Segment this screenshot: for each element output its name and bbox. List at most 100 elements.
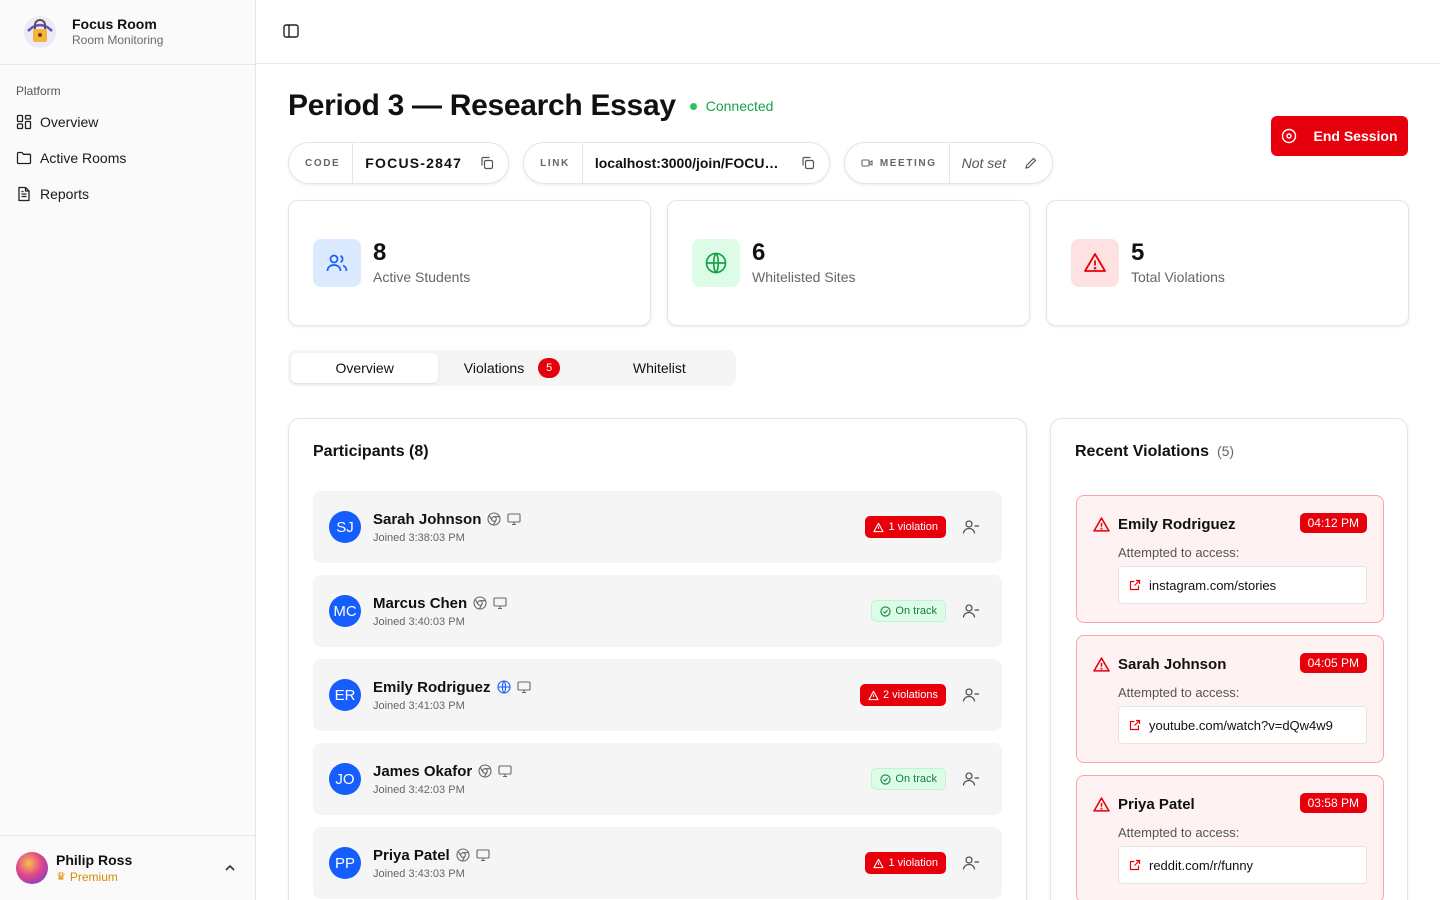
violation-url-text: youtube.com/watch?v=dQw4w9 bbox=[1149, 717, 1333, 733]
avatar: JO bbox=[329, 763, 361, 795]
copy-icon[interactable] bbox=[480, 156, 494, 170]
warning-triangle-icon bbox=[1093, 657, 1110, 672]
sidebar-item-label: Active Rooms bbox=[40, 150, 127, 166]
stat-value: 6 bbox=[752, 239, 766, 266]
tab-violations-label: Violations bbox=[463, 360, 525, 376]
sidebar-item-label: Overview bbox=[40, 114, 99, 130]
chrome-icon bbox=[487, 512, 501, 526]
violations-list: Emily Rodriguez 04:12 PM Attempted to acce… bbox=[1076, 495, 1384, 900]
participant-row[interactable]: JO James Okafor Joined 3:42:03 PM On track bbox=[313, 743, 1002, 815]
chrome-icon bbox=[456, 848, 470, 862]
status-badge-label: On track bbox=[895, 605, 937, 617]
stat-value: 8 bbox=[373, 239, 387, 266]
sidebar-item-overview[interactable]: Overview bbox=[8, 104, 247, 140]
lock-logo-icon bbox=[22, 14, 58, 50]
session-code: FOCUS-2847 bbox=[365, 155, 463, 171]
user-tier-label: Premium bbox=[69, 869, 118, 884]
check-circle-icon bbox=[880, 605, 892, 617]
participant-row[interactable]: ER Emily Rodriguez Joined 3:41:03 PM 2 viol… bbox=[313, 659, 1002, 731]
status-dot-icon bbox=[689, 102, 697, 110]
topbar bbox=[256, 0, 1440, 64]
participant-row[interactable]: MC Marcus Chen Joined 3:40:03 PM On track bbox=[313, 575, 1002, 647]
external-link-icon bbox=[1129, 579, 1141, 591]
status-badge-label: 2 violations bbox=[882, 689, 938, 701]
violation-label: Attempted to access: bbox=[1118, 685, 1240, 700]
status-badge-label: 1 violation bbox=[888, 857, 938, 869]
participant-name-row: James Okafor bbox=[373, 763, 512, 780]
pencil-icon[interactable] bbox=[1024, 156, 1038, 170]
warning-triangle-icon bbox=[1093, 517, 1110, 532]
folder-icon bbox=[16, 151, 32, 165]
user-menu[interactable]: Philip Ross ♛ Premium bbox=[0, 835, 255, 900]
users-icon bbox=[313, 239, 361, 287]
sidebar-item-active-rooms[interactable]: Active Rooms bbox=[8, 140, 247, 176]
violation-url[interactable]: youtube.com/watch?v=dQw4w9 bbox=[1118, 706, 1367, 744]
stat-card-whitelist: 6 Whitelisted Sites bbox=[667, 200, 1030, 326]
app-name: Focus Room bbox=[72, 16, 157, 32]
meeting-key-label: MEETING bbox=[879, 157, 937, 169]
remove-user-icon[interactable] bbox=[962, 518, 980, 536]
recent-violations-card: Recent Violations (5) Emily Rodriguez 04:1… bbox=[1050, 418, 1408, 900]
participant-row[interactable]: SJ Sarah Johnson Joined 3:38:03 PM 1 violat… bbox=[313, 491, 1002, 563]
code-pill: CODE FOCUS-2847 bbox=[288, 142, 510, 184]
violation-card: Sarah Johnson 04:05 PM Attempted to access… bbox=[1076, 635, 1384, 763]
stats-row: 8 Active Students 6 Whitelisted Sites 5 … bbox=[288, 200, 1409, 326]
page-title: Period 3 — Research Essay bbox=[288, 89, 676, 122]
violation-time-badge: 03:58 PM bbox=[1299, 793, 1367, 813]
stat-label: Active Students bbox=[373, 269, 471, 285]
brand[interactable]: Focus Room Room Monitoring bbox=[0, 0, 255, 65]
sidebar-toggle-icon[interactable] bbox=[282, 22, 300, 40]
remove-user-icon[interactable] bbox=[962, 770, 980, 788]
chrome-icon bbox=[478, 764, 492, 778]
connection-status: Connected bbox=[689, 98, 773, 114]
participant-name-row: Emily Rodriguez bbox=[373, 679, 531, 696]
stat-label: Total Violations bbox=[1131, 269, 1225, 285]
violation-url-text: reddit.com/r/funny bbox=[1149, 857, 1254, 873]
violation-time-badge: 04:12 PM bbox=[1299, 513, 1367, 533]
participant-name: Marcus Chen bbox=[373, 594, 468, 612]
sidebar-item-reports[interactable]: Reports bbox=[8, 176, 247, 212]
tab-violations[interactable]: Violations 5 bbox=[438, 353, 585, 383]
remove-user-icon[interactable] bbox=[962, 602, 980, 620]
check-circle-icon bbox=[880, 773, 892, 785]
participant-row[interactable]: PP Priya Patel Joined 3:43:03 PM 1 violatio… bbox=[313, 827, 1002, 899]
user-name: Philip Ross bbox=[56, 851, 133, 868]
status-badge-label: 1 violation bbox=[888, 521, 938, 533]
stat-value: 5 bbox=[1131, 239, 1145, 266]
participants-title: Participants (8) bbox=[313, 443, 429, 460]
violation-url[interactable]: reddit.com/r/funny bbox=[1118, 846, 1367, 884]
recent-violations-count: (5) bbox=[1216, 443, 1235, 459]
participant-name: Sarah Johnson bbox=[373, 510, 482, 528]
external-link-icon bbox=[1129, 859, 1141, 871]
code-key: CODE bbox=[305, 142, 354, 184]
monitor-icon bbox=[516, 681, 531, 694]
session-info-pills: CODE FOCUS-2847 LINK localhost:3000/join… bbox=[288, 142, 1053, 184]
end-session-button[interactable]: End Session bbox=[1271, 116, 1408, 156]
participant-name: Emily Rodriguez bbox=[373, 678, 491, 696]
stat-label: Whitelisted Sites bbox=[752, 269, 856, 285]
participant-joined: Joined 3:41:03 PM bbox=[373, 699, 465, 712]
avatar bbox=[16, 852, 48, 884]
tab-overview[interactable]: Overview bbox=[291, 353, 439, 383]
status-badge: On track bbox=[871, 600, 946, 622]
participant-name-row: Priya Patel bbox=[373, 847, 490, 864]
sidebar-item-label: Reports bbox=[40, 186, 90, 202]
meeting-pill: MEETING Not set bbox=[843, 142, 1053, 184]
warning-triangle-icon bbox=[873, 858, 885, 868]
participant-joined: Joined 3:42:03 PM bbox=[373, 783, 465, 796]
file-text-icon bbox=[18, 186, 30, 202]
participant-name-row: Sarah Johnson bbox=[373, 511, 521, 528]
violation-url[interactable]: instagram.com/stories bbox=[1118, 566, 1367, 604]
tab-whitelist[interactable]: Whitelist bbox=[586, 353, 733, 383]
participant-joined: Joined 3:38:03 PM bbox=[373, 531, 465, 544]
participant-name: Priya Patel bbox=[373, 846, 450, 864]
participant-joined: Joined 3:40:03 PM bbox=[373, 615, 465, 628]
status-badge: 1 violation bbox=[865, 516, 946, 538]
violation-student-name: Sarah Johnson bbox=[1118, 656, 1227, 673]
remove-user-icon[interactable] bbox=[962, 854, 980, 872]
remove-user-icon[interactable] bbox=[962, 686, 980, 704]
copy-icon[interactable] bbox=[801, 156, 815, 170]
chevron-up-icon[interactable] bbox=[223, 861, 237, 875]
session-link: localhost:3000/join/FOCUS-2847 bbox=[594, 155, 783, 171]
stat-card-violations: 5 Total Violations bbox=[1046, 200, 1409, 326]
